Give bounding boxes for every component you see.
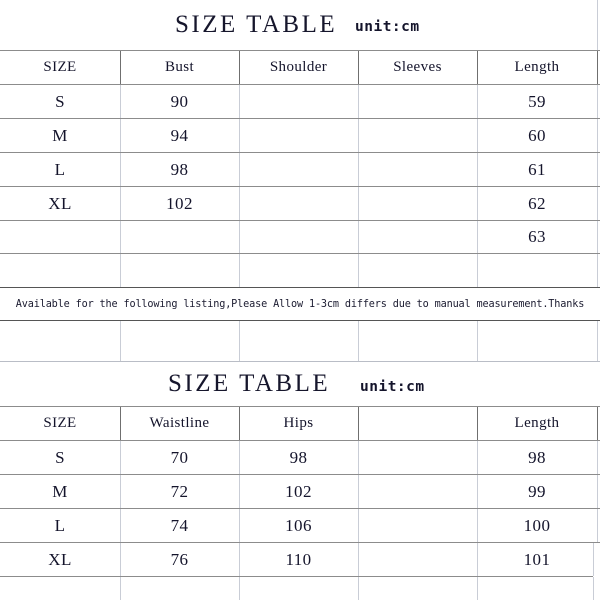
table-1-r5-c0: [0, 254, 120, 287]
table-row: L 74 106 100: [0, 509, 600, 542]
table-2-r1-length: 99: [528, 481, 546, 501]
table-2-col-header-blank: [358, 407, 477, 440]
table-1-header-row: SIZE Bust Shoulder Sleeves Length: [0, 51, 600, 84]
table-1-r0-shoulder: [239, 85, 358, 118]
table-2-trailing-row: [0, 577, 600, 600]
table-1-r2-size: L: [54, 159, 66, 179]
table-2-title: SIZE TABLE: [168, 370, 331, 397]
table-1-r3-shoulder: [239, 187, 358, 220]
table-1-vsep-5: [597, 51, 598, 84]
table-2-r1-blank: [358, 475, 477, 508]
table-1-r0-bust: 90: [170, 91, 189, 111]
table-1-r0-length: 59: [528, 91, 546, 111]
table-2-r1-waistline: 72: [170, 481, 189, 501]
table-1-r4-sleeves: [358, 221, 477, 253]
table-2-r4-c4: [477, 577, 593, 600]
table-row: [0, 254, 600, 287]
table-2-col-header-size: SIZE: [43, 415, 77, 431]
table-2-r2-hips: 106: [285, 515, 312, 535]
table-2-col-header-waistline: Waistline: [149, 415, 210, 431]
table-1-spacer-row: [0, 321, 600, 361]
table-1-vsep-3: [358, 51, 359, 84]
table-2-r3-blank: [358, 543, 477, 576]
table-2-r1-hips: 102: [285, 481, 312, 501]
table-1-title-row: SIZE TABLE unit:cm: [0, 0, 600, 50]
table-2-r3-size: XL: [48, 549, 72, 569]
table-2-title-row: SIZE TABLE unit:cm: [0, 362, 600, 406]
table-1-r3-bust: 102: [166, 193, 193, 213]
table-1-r5-c2: [239, 254, 358, 287]
table-row: L 98 61: [0, 153, 600, 186]
table-1-title: SIZE TABLE: [175, 11, 338, 38]
table-1-r5-c4: [477, 254, 597, 287]
table-2-r0-hips: 98: [289, 447, 308, 467]
table-1-r3-length: 62: [528, 193, 546, 213]
table-1-r0-size: S: [55, 91, 65, 111]
table-2-r4-c1: [120, 577, 239, 600]
table-1-col-header-bust: Bust: [164, 59, 195, 75]
table-2-unit-label: unit:cm: [360, 379, 425, 395]
table-1-r1-bust: 94: [170, 125, 189, 145]
table-2-r4-c0: [0, 577, 120, 600]
table-1-r5-c3: [358, 254, 477, 287]
table-2-r1-size: M: [52, 481, 68, 501]
table-row: S 90 59: [0, 85, 600, 118]
table-1-col-header-sleeves: Sleeves: [393, 59, 442, 75]
table-1-r4-length: 63: [528, 227, 546, 246]
table-2-r2-size: L: [54, 515, 66, 535]
table-2-r0-size: S: [55, 447, 65, 467]
table-1-r2-sleeves: [358, 153, 477, 186]
table-1-r4-shoulder: [239, 221, 358, 253]
table-1-col-header-length: Length: [514, 59, 560, 75]
table-1-r3-sleeves: [358, 187, 477, 220]
table-1-r5-c1: [120, 254, 239, 287]
table-row: M 72 102 99: [0, 475, 600, 508]
table-2-r2-waistline: 74: [170, 515, 189, 535]
table-row: 63: [0, 221, 600, 253]
table-2-r3-waistline: 76: [170, 549, 189, 569]
table-2-r3-hips: 110: [285, 549, 312, 569]
table-row: M 94 60: [0, 119, 600, 152]
size-chart-sheet: SIZE TABLE unit:cm SIZE Bust Shoulder Sl…: [0, 0, 600, 600]
table-row: XL 76 110 101: [0, 543, 600, 576]
table-2-r2-length: 100: [523, 515, 551, 535]
table-1-col-header-size: SIZE: [43, 59, 77, 75]
table-2-r2-blank: [358, 509, 477, 542]
table-2-r4-c3: [358, 577, 477, 600]
title-right-border: [597, 0, 598, 50]
measurement-note-row: Available for the following listing,Plea…: [0, 288, 600, 320]
table-1-r4-size: [0, 221, 120, 253]
measurement-note: Available for the following listing,Plea…: [15, 298, 585, 310]
table-2-r0-waistline: 70: [170, 447, 189, 467]
table-1-vsep-4: [477, 51, 478, 84]
table-1-r1-shoulder: [239, 119, 358, 152]
table-2-col-header-hips: Hips: [283, 415, 314, 431]
table-1-vsep-1: [120, 51, 121, 84]
table-1-r1-size: M: [52, 125, 68, 145]
table-1-r2-length: 61: [528, 159, 546, 179]
table-1-unit-label: unit:cm: [355, 19, 420, 35]
table-1-col-header-shoulder: Shoulder: [269, 59, 328, 75]
table-1-vsep-2: [239, 51, 240, 84]
table-2-header-row: SIZE Waistline Hips Length: [0, 407, 600, 440]
table-2-col-header-length: Length: [514, 415, 560, 431]
table-1-r3-size: XL: [48, 193, 72, 213]
table-2-r4-c2: [239, 577, 358, 600]
table-1-r1-sleeves: [358, 119, 477, 152]
table-1-r0-sleeves: [358, 85, 477, 118]
table-1-r2-bust: 98: [170, 159, 189, 179]
table-row: XL 102 62: [0, 187, 600, 220]
table-1-r1-length: 60: [528, 125, 546, 145]
table-2-r0-length: 98: [528, 447, 546, 467]
table-row: S 70 98 98: [0, 441, 600, 474]
table-1-r4-bust: [120, 221, 239, 253]
table-2-r3-length: 101: [523, 549, 551, 569]
table-2-r0-blank: [358, 441, 477, 474]
table-1-r2-shoulder: [239, 153, 358, 186]
